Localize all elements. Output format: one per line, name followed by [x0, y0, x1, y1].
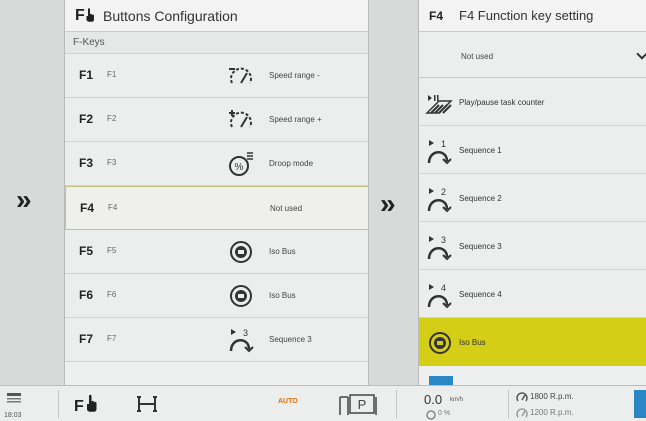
- f-key-row-f4[interactable]: F4 F4 Not used: [65, 186, 368, 230]
- key-label: F2: [79, 112, 94, 126]
- svg-text:3: 3: [243, 328, 248, 338]
- svg-text:2: 2: [441, 187, 446, 197]
- function-label: Speed range -: [269, 71, 320, 80]
- divider: [58, 390, 59, 418]
- key-number: F5: [107, 246, 117, 255]
- key-label: F7: [79, 332, 94, 346]
- function-select-dropdown[interactable]: Not used: [419, 32, 646, 78]
- option-sequence-4[interactable]: 4 Sequence 4: [419, 270, 646, 318]
- key-number: F3: [107, 158, 117, 167]
- dropdown-value: Not used: [461, 52, 494, 61]
- key-label: F3: [79, 156, 94, 170]
- svg-text:F: F: [74, 398, 84, 414]
- auto-mode-label: AUTO: [278, 398, 298, 405]
- option-sequence-1[interactable]: 1 Sequence 1: [419, 126, 646, 174]
- function-label: Sequence 3: [269, 335, 312, 344]
- double-chevron-right-icon[interactable]: »: [380, 188, 396, 220]
- key-number: F4: [108, 203, 118, 212]
- f-key-row-f2[interactable]: F2 F2 Speed range +: [65, 98, 368, 142]
- right-panel-header: F4 F4 Function key setting: [419, 0, 646, 32]
- engine-rpm-value: 1800 R.p.m.: [530, 392, 574, 401]
- key-number: F6: [107, 290, 117, 299]
- svg-text:4: 4: [441, 283, 446, 293]
- sequence-3-icon: 3: [427, 235, 452, 261]
- function-label: Speed range +: [269, 115, 322, 124]
- key-label: F4: [80, 201, 95, 215]
- option-label: Iso Bus: [459, 338, 486, 347]
- divider: [396, 390, 397, 418]
- function-label: Iso Bus: [269, 291, 296, 300]
- option-iso-bus[interactable]: Iso Bus: [419, 318, 646, 366]
- f-key-hand-icon: F: [75, 7, 103, 25]
- page-title: Buttons Configuration: [103, 7, 238, 24]
- svg-text:3: 3: [441, 235, 446, 245]
- f-key-row-f1[interactable]: F1 F1 Speed range -: [65, 54, 368, 98]
- slip-value: 0 %: [438, 410, 451, 417]
- left-panel-header: F Buttons Configuration: [65, 0, 368, 32]
- svg-text:1: 1: [441, 139, 446, 149]
- sequence-4-icon: 4: [427, 283, 452, 309]
- key-label: F5: [79, 244, 94, 258]
- key-number: F1: [107, 70, 117, 79]
- option-label: Sequence 2: [459, 194, 502, 203]
- option-label: Sequence 3: [459, 242, 502, 251]
- key-number: F7: [107, 334, 117, 343]
- selected-key-label: F4: [429, 8, 444, 23]
- function-key-setting-panel: F4 F4 Function key setting Not used Play…: [418, 0, 646, 385]
- option-label: Play/pause task counter: [459, 98, 545, 107]
- key-label: F6: [79, 288, 94, 302]
- option-sequence-2[interactable]: 2 Sequence 2: [419, 174, 646, 222]
- speed-unit: km/h: [450, 397, 464, 403]
- clock-time: 18:03: [4, 412, 22, 419]
- function-label: Droop mode: [269, 159, 314, 168]
- key-label: F1: [79, 68, 94, 82]
- f-key-row-f7[interactable]: F7 F7 3 Sequence 3: [65, 318, 368, 362]
- buttons-configuration-panel: F Buttons Configuration F-Keys F1 F1 Spe…: [64, 0, 369, 385]
- sequence-3-icon: 3: [229, 328, 254, 353]
- expand-right-strip[interactable]: »: [370, 0, 418, 385]
- f-keys-subheader: F-Keys: [65, 32, 368, 54]
- option-play-pause-counter[interactable]: Play/pause task counter: [419, 78, 646, 126]
- expand-left-strip[interactable]: »: [0, 0, 64, 385]
- speed-range-minus-icon: [229, 67, 252, 84]
- function-label: Not used: [270, 204, 303, 213]
- f-key-row-f5[interactable]: F5 F5 Iso Bus: [65, 230, 368, 274]
- speed-range-plus-icon: [229, 110, 252, 128]
- f-key-hand-icon[interactable]: F: [74, 394, 102, 414]
- screen-mode-icon[interactable]: [6, 392, 22, 404]
- sequence-1-icon: 1: [427, 139, 452, 165]
- sequence-2-icon: 2: [427, 187, 452, 213]
- status-accent[interactable]: [634, 390, 646, 418]
- option-label: Sequence 1: [459, 146, 502, 155]
- slip-icon: [426, 410, 436, 420]
- function-label: Iso Bus: [269, 247, 296, 256]
- play-pause-counter-icon: [425, 95, 453, 114]
- target-rpm-icon: [516, 408, 528, 418]
- iso-bus-icon: [230, 285, 252, 307]
- engine-rpm-icon: [516, 392, 528, 402]
- f-key-row-f3[interactable]: F3 F3 % Droop mode: [65, 142, 368, 186]
- svg-text:%: %: [235, 162, 244, 173]
- option-sequence-3[interactable]: 3 Sequence 3: [419, 222, 646, 270]
- divider: [508, 390, 509, 418]
- status-bar: 18:03 F AUTO P 0.0 km/h 0 % 1800 R.p.m. …: [0, 385, 646, 421]
- option-label: Sequence 4: [459, 290, 502, 299]
- droop-mode-icon: %: [229, 152, 253, 176]
- iso-bus-icon: [230, 241, 252, 263]
- parking-brake-icon: P: [339, 394, 377, 415]
- hitch-icon[interactable]: [136, 395, 158, 413]
- f-key-row-f6[interactable]: F6 F6 Iso Bus: [65, 274, 368, 318]
- target-rpm-value: 1200 R.p.m.: [530, 408, 574, 417]
- chevron-down-icon[interactable]: [636, 48, 646, 60]
- svg-text:P: P: [358, 397, 367, 412]
- iso-bus-icon: [429, 332, 451, 354]
- right-panel-title: F4 Function key setting: [459, 8, 594, 23]
- double-chevron-right-icon[interactable]: »: [16, 184, 32, 216]
- next-option-partial: [429, 376, 453, 385]
- key-number: F2: [107, 114, 117, 123]
- speed-value: 0.0: [424, 392, 443, 407]
